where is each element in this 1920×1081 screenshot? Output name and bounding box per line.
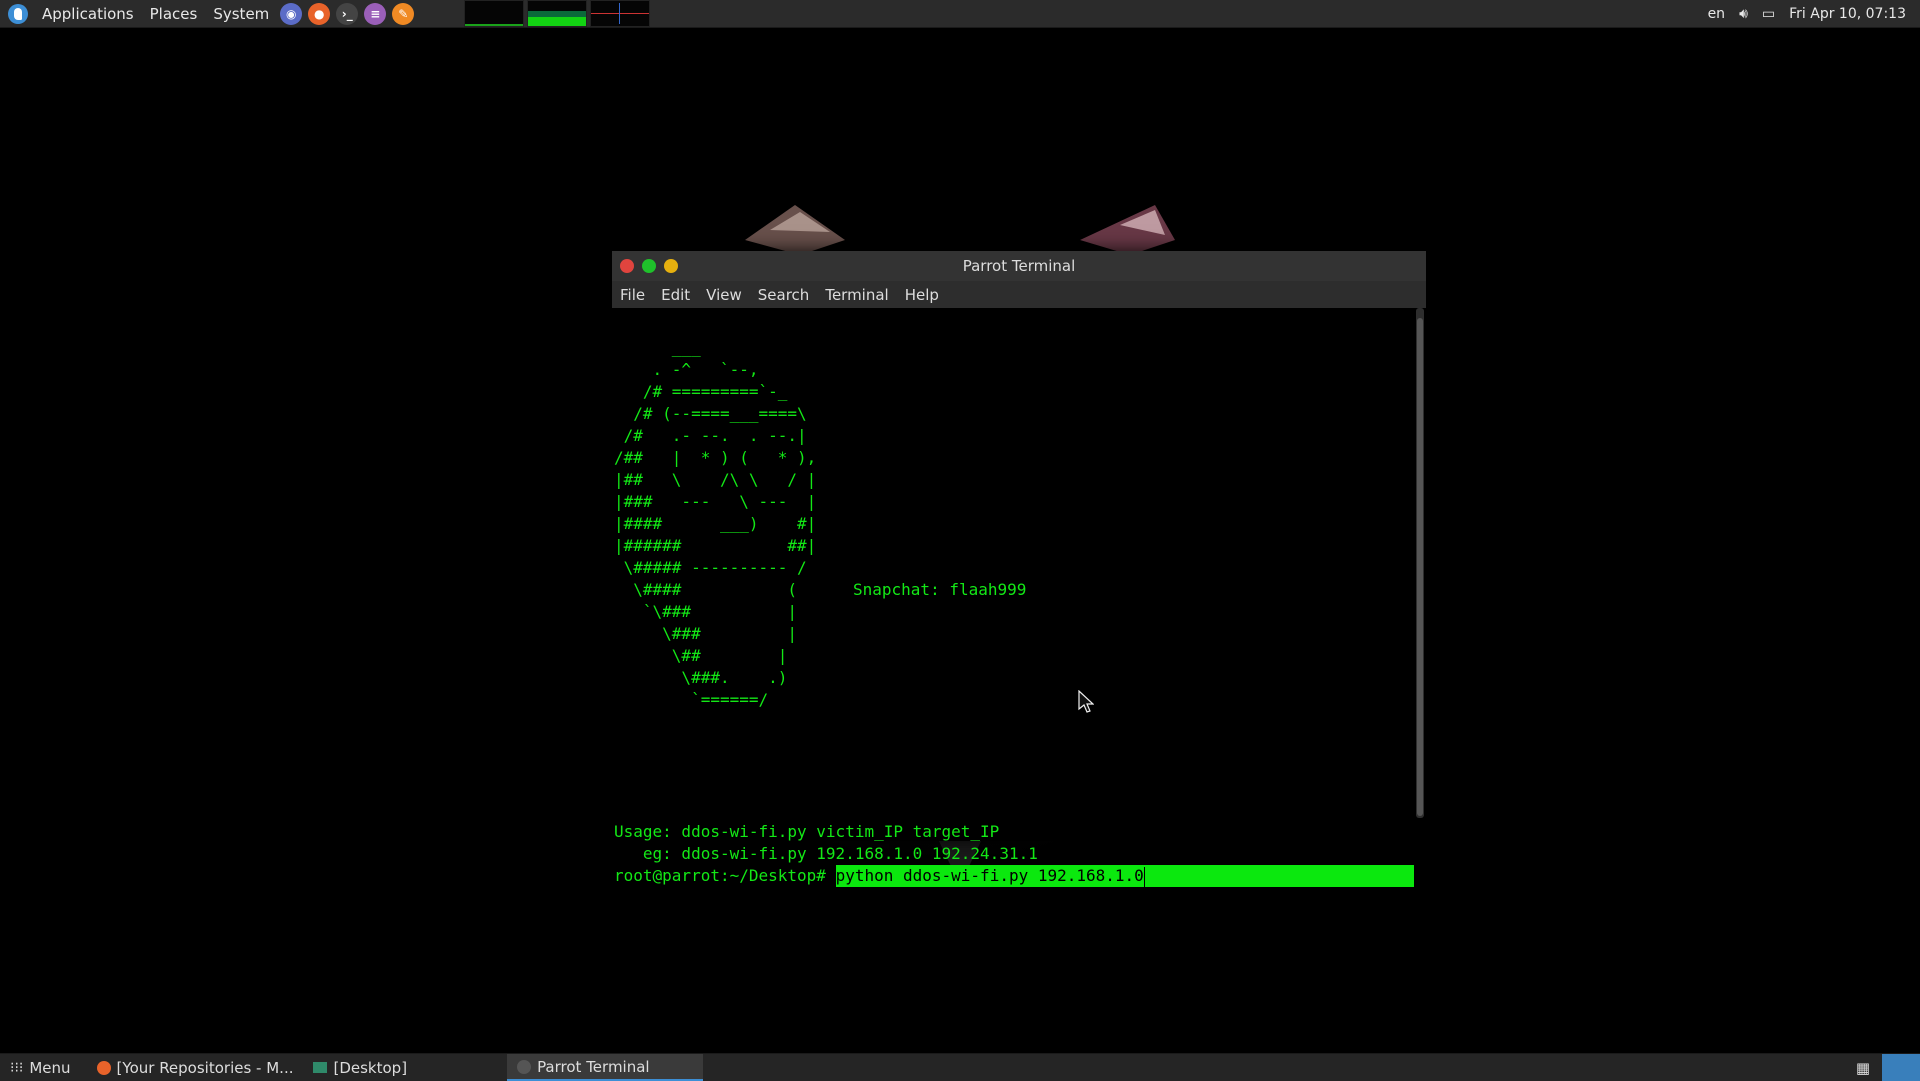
terminal-icon[interactable]: ›_ [336, 2, 359, 25]
window-title: Parrot Terminal [962, 257, 1076, 275]
terminal-scrollbar[interactable] [1416, 308, 1424, 818]
snapchat-text: Snapchat: flaah999 [853, 580, 1027, 599]
screenshot-icon[interactable]: ◉ [280, 2, 303, 25]
terminal-menubar: File Edit View Search Terminal Help [612, 281, 1426, 308]
taskbar-menu-button[interactable]: ⁝⁝⁝ Menu [0, 1054, 81, 1081]
menu-file[interactable]: File [612, 286, 653, 304]
menu-help[interactable]: Help [897, 286, 947, 304]
display-icon[interactable]: ▭ [1762, 6, 1775, 22]
network-monitor[interactable] [590, 0, 651, 27]
memory-monitor[interactable] [527, 0, 588, 27]
places-menu[interactable]: Places [142, 0, 206, 27]
keyboard-layout[interactable]: en [1708, 6, 1726, 22]
apps-grid-icon: ⁝⁝⁝ [10, 1059, 24, 1076]
menu-edit[interactable]: Edit [653, 286, 698, 304]
terminal-window[interactable]: Parrot Terminal File Edit View Search Te… [612, 251, 1426, 887]
pen-tool-icon[interactable]: ✎ [392, 2, 415, 25]
firefox-icon[interactable]: ● [308, 2, 331, 25]
usage-line: Usage: ddos-wi-fi.py victim_IP target_IP [614, 822, 1000, 841]
menu-label: Menu [29, 1058, 71, 1077]
taskbar-item-label: Parrot Terminal [537, 1057, 650, 1076]
menu-terminal[interactable]: Terminal [817, 286, 896, 304]
maximize-button[interactable] [642, 259, 656, 273]
system-menu[interactable]: System [205, 0, 277, 27]
applications-menu[interactable]: Applications [34, 0, 142, 27]
example-line: eg: ddos-wi-fi.py 192.168.1.0 192.24.31.… [614, 844, 1038, 863]
close-button[interactable] [620, 259, 634, 273]
taskbar-item-browser[interactable]: [Your Repositories - M... [87, 1054, 304, 1081]
taskbar-item-label: [Desktop] [333, 1058, 408, 1077]
clock[interactable]: Fri Apr 10, 07:13 [1789, 6, 1906, 22]
terminal-titlebar[interactable]: Parrot Terminal [612, 251, 1426, 281]
menu-search[interactable]: Search [750, 286, 818, 304]
folder-icon [313, 1062, 328, 1073]
taskbar-item-terminal[interactable]: Parrot Terminal [507, 1054, 704, 1081]
taskbar-item-desktop[interactable]: [Desktop] [303, 1054, 417, 1081]
command-line[interactable]: root@parrot:~/Desktop# python ddos-wi-fi… [614, 865, 1414, 887]
parrot-logo-icon[interactable] [8, 3, 28, 24]
show-desktop-icon[interactable]: ▦ [1844, 1054, 1882, 1081]
command-input[interactable]: python ddos-wi-fi.py 192.168.1.0 [835, 865, 1414, 887]
cpu-monitor[interactable] [464, 0, 525, 27]
volume-icon[interactable]: 🔊︎ [1739, 6, 1748, 22]
top-panel: Applications Places System ◉ ● ›_ ≡ ✎ en… [0, 0, 1920, 28]
terminal-output[interactable]: ___ . -^ `--, /# =========`-_ /# (--====… [612, 308, 1416, 887]
workspace-switcher[interactable] [1882, 1054, 1920, 1081]
bottom-taskbar: ⁝⁝⁝ Menu [Your Repositories - M... [Desk… [0, 1053, 1920, 1081]
menu-view[interactable]: View [698, 286, 750, 304]
command-text: python ddos-wi-fi.py 192.168.1.0 [835, 866, 1144, 885]
ascii-art-banner: ___ . -^ `--, /# =========`-_ /# (--====… [614, 338, 817, 709]
firefox-icon [96, 1060, 111, 1075]
mouse-pointer-icon [1078, 690, 1094, 713]
terminal-icon [517, 1059, 532, 1074]
shell-prompt: root@parrot:~/Desktop# [614, 866, 836, 885]
taskbar-item-label: [Your Repositories - M... [116, 1058, 294, 1077]
text-editor-icon[interactable]: ≡ [364, 2, 387, 25]
text-cursor [1143, 866, 1145, 887]
minimize-button[interactable] [664, 259, 678, 273]
